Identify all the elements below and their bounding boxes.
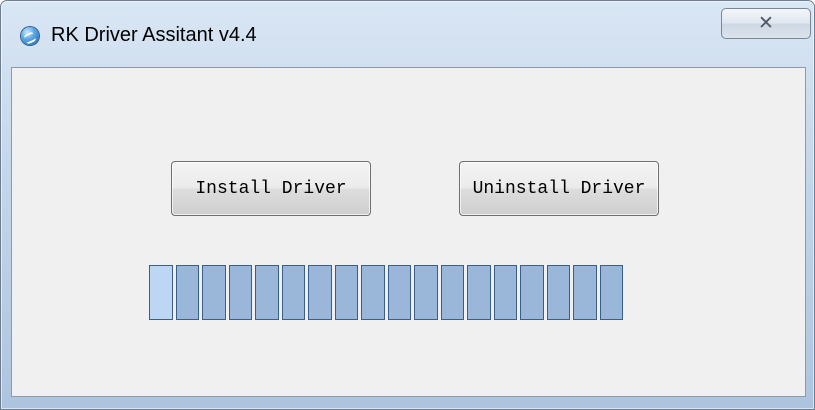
progress-segment <box>228 265 252 320</box>
progress-segment <box>414 265 438 320</box>
install-driver-button[interactable]: Install Driver <box>171 161 371 216</box>
progress-segment <box>546 265 570 320</box>
progress-segment <box>520 265 544 320</box>
progress-bar <box>149 265 623 320</box>
progress-segment <box>573 265 597 320</box>
progress-segment <box>467 265 491 320</box>
progress-segment <box>281 265 305 320</box>
uninstall-driver-button[interactable]: Uninstall Driver <box>459 161 659 216</box>
progress-segment <box>387 265 411 320</box>
progress-segment <box>202 265 226 320</box>
progress-segment <box>493 265 517 320</box>
progress-segment <box>361 265 385 320</box>
app-icon <box>21 27 39 45</box>
progress-segment <box>440 265 464 320</box>
progress-segment <box>175 265 199 320</box>
progress-segment <box>255 265 279 320</box>
progress-segment <box>334 265 358 320</box>
app-window: RK Driver Assitant v4.4 ✕ Install Driver… <box>0 0 815 410</box>
client-area: Install Driver Uninstall Driver <box>11 67 806 397</box>
close-button[interactable]: ✕ <box>721 8 811 39</box>
close-icon: ✕ <box>758 12 774 34</box>
progress-segment <box>149 265 173 320</box>
progress-segment <box>308 265 332 320</box>
window-title: RK Driver Assitant v4.4 <box>51 24 257 46</box>
title-bar[interactable]: RK Driver Assitant v4.4 ✕ <box>1 1 814 67</box>
progress-segment <box>599 265 623 320</box>
